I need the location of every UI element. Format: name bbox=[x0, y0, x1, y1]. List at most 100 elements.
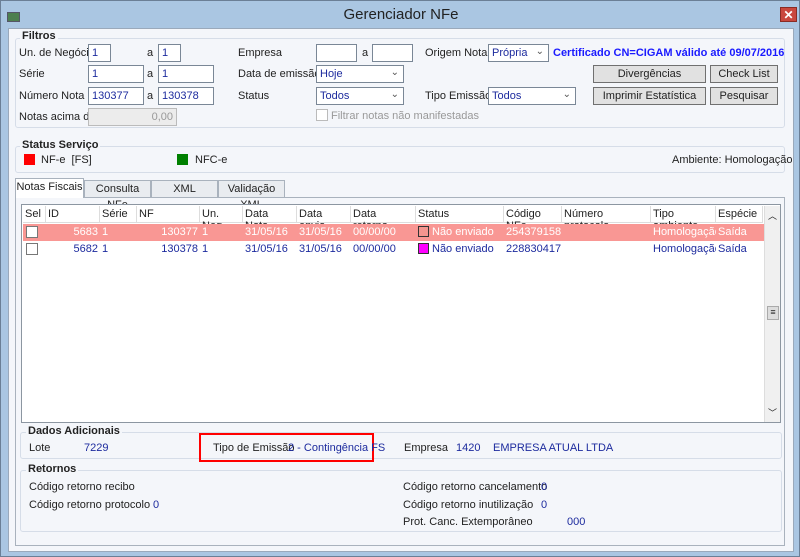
numero-nota-to-input[interactable]: 130378 bbox=[158, 87, 214, 105]
vertical-scrollbar[interactable]: ︿ ≡ ﹀ bbox=[764, 206, 780, 422]
chevron-down-icon: ⌄ bbox=[390, 89, 399, 100]
empresa-from-input[interactable] bbox=[316, 44, 357, 62]
status-text: Não enviado bbox=[432, 243, 494, 255]
range-sep: a bbox=[147, 90, 154, 102]
codigo-nfe-cell: 254379158 bbox=[506, 226, 562, 238]
protocolo-cell bbox=[562, 241, 651, 258]
tipo-emissao-select[interactable]: Todos ⌄ bbox=[488, 87, 576, 105]
tab-validacao-xml[interactable]: Validação XML bbox=[218, 180, 285, 211]
filtrar-label: Filtrar notas não manifestadas bbox=[331, 110, 479, 122]
divergencias-button[interactable]: Divergências bbox=[593, 65, 706, 83]
column-header[interactable]: Status bbox=[416, 206, 504, 223]
empresa-codigo: 1420 bbox=[456, 442, 481, 454]
column-header[interactable]: Número protocolo bbox=[562, 206, 651, 232]
column-header[interactable]: Espécie bbox=[716, 206, 763, 223]
check-list-button[interactable]: Check List bbox=[710, 65, 778, 83]
column-header[interactable]: Série bbox=[100, 206, 137, 223]
column-header[interactable]: Data retorno bbox=[351, 206, 416, 232]
column-header[interactable]: ID bbox=[46, 206, 100, 223]
tab-consulta-nfe[interactable]: Consulta NFe bbox=[84, 180, 151, 211]
nfce-status-label: NFC-e bbox=[195, 154, 228, 166]
status-value: Todos bbox=[320, 90, 350, 102]
column-header[interactable]: Data Nota bbox=[243, 206, 297, 232]
empresa-label: Empresa bbox=[238, 47, 283, 59]
status-color-indicator bbox=[418, 243, 429, 254]
status-text: Não enviado bbox=[432, 226, 494, 238]
id-cell: 5682 bbox=[73, 243, 98, 255]
data-envio-cell: 31/05/16 bbox=[299, 226, 342, 238]
empresa-to-input[interactable] bbox=[372, 44, 413, 62]
tab-notas-fiscais[interactable]: Notas Fiscais bbox=[15, 178, 84, 198]
imprimir-estatistica-button[interactable]: Imprimir Estatística bbox=[593, 87, 706, 105]
serie-from-input[interactable]: 1 bbox=[88, 65, 144, 83]
tab-xml[interactable]: XML bbox=[151, 180, 218, 198]
codigo-nfe-cell: 228830417 bbox=[506, 243, 562, 255]
un-neg-cell: 1 bbox=[202, 226, 209, 238]
notas-grid: SelIDSérieNFUn. Neg.Data NotaData envioD… bbox=[21, 204, 781, 423]
data-envio-cell: 31/05/16 bbox=[299, 243, 342, 255]
nf-cell: 130378 bbox=[161, 243, 198, 255]
origem-nota-select[interactable]: Própria ⌄ bbox=[488, 44, 549, 62]
un-negocio-to-input[interactable]: 1 bbox=[158, 44, 181, 62]
cancelamento-value: 0 bbox=[541, 481, 548, 493]
column-header[interactable]: Data envio bbox=[297, 206, 351, 232]
tipo-emissao-value: Todos bbox=[492, 90, 522, 102]
row-checkbox[interactable] bbox=[26, 226, 38, 238]
dados-adicionais-title: Dados Adicionais bbox=[26, 425, 122, 437]
close-button[interactable]: ✕ bbox=[780, 7, 797, 22]
numero-nota-from-input[interactable]: 130377 bbox=[88, 87, 144, 105]
cancelamento-label: Código retorno cancelamento bbox=[403, 481, 548, 493]
chevron-down-icon: ⌄ bbox=[390, 67, 399, 78]
notas-acima-input[interactable]: 0,00 bbox=[88, 108, 177, 126]
extemporaneo-label: Prot. Canc. Extemporâneo bbox=[403, 516, 533, 528]
data-emissao-label: Data de emissão bbox=[238, 68, 321, 80]
table-row[interactable]: 5682 1 130378 1 31/05/16 31/05/16 00/00/00 Não … bbox=[23, 241, 764, 258]
scroll-down-icon[interactable]: ﹀ bbox=[768, 406, 777, 419]
table-row[interactable]: 5683 1 130377 1 31/05/16 31/05/16 00/00/00 Não … bbox=[23, 224, 764, 241]
notas-acima-label: Notas acima de bbox=[19, 111, 96, 123]
serie-label: Série bbox=[19, 68, 45, 80]
window-title: Gerenciador NFe bbox=[343, 6, 459, 23]
pesquisar-button[interactable]: Pesquisar bbox=[710, 87, 778, 105]
data-retorno-cell: 00/00/00 bbox=[353, 226, 396, 238]
column-header[interactable]: Código NFe bbox=[504, 206, 562, 232]
empresa-info-label: Empresa bbox=[404, 442, 449, 454]
column-header[interactable]: Tipo ambiente bbox=[651, 206, 716, 232]
especie-cell: Saída bbox=[718, 226, 747, 238]
scroll-thumb[interactable]: ≡ bbox=[767, 306, 779, 320]
protocolo-label: Código retorno protocolo bbox=[29, 499, 151, 511]
id-cell: 5683 bbox=[73, 226, 98, 238]
un-negocio-label: Un. de Negócio bbox=[19, 47, 95, 59]
especie-cell: Saída bbox=[718, 243, 747, 255]
data-emissao-select[interactable]: Hoje ⌄ bbox=[316, 65, 404, 83]
un-negocio-from-input[interactable]: 1 bbox=[88, 44, 111, 62]
numero-nota-label: Número Nota bbox=[19, 90, 85, 102]
nfe-status-indicator bbox=[24, 154, 35, 165]
empresa-nome: EMPRESA ATUAL LTDA bbox=[493, 442, 614, 454]
status-cell: Não enviado bbox=[416, 224, 504, 241]
dados-adicionais-group bbox=[20, 432, 782, 459]
status-cell: Não enviado bbox=[416, 241, 504, 258]
chevron-down-icon: ⌄ bbox=[562, 89, 571, 100]
recibo-label: Código retorno recibo bbox=[29, 481, 135, 493]
status-select[interactable]: Todos ⌄ bbox=[316, 87, 404, 105]
data-nota-cell: 31/05/16 bbox=[245, 226, 288, 238]
row-checkbox[interactable] bbox=[26, 243, 38, 255]
lote-value: 7229 bbox=[84, 442, 109, 454]
un-neg-cell: 1 bbox=[202, 243, 209, 255]
column-header[interactable]: NF bbox=[137, 206, 200, 223]
filtrar-checkbox[interactable] bbox=[316, 109, 328, 121]
filtros-title: Filtros bbox=[20, 30, 58, 42]
data-emissao-value: Hoje bbox=[320, 68, 343, 80]
data-retorno-cell: 00/00/00 bbox=[353, 243, 396, 255]
lote-label: Lote bbox=[29, 442, 51, 454]
data-nota-cell: 31/05/16 bbox=[245, 243, 288, 255]
column-header[interactable]: Un. Neg. bbox=[200, 206, 243, 232]
serie-to-input[interactable]: 1 bbox=[158, 65, 214, 83]
column-header[interactable]: Sel bbox=[23, 206, 46, 223]
range-sep: a bbox=[147, 68, 154, 80]
serie-cell: 1 bbox=[102, 226, 109, 238]
scroll-up-icon[interactable]: ︿ bbox=[768, 209, 777, 222]
chevron-down-icon: ⌄ bbox=[535, 46, 544, 57]
protocolo-value: 0 bbox=[153, 499, 160, 511]
